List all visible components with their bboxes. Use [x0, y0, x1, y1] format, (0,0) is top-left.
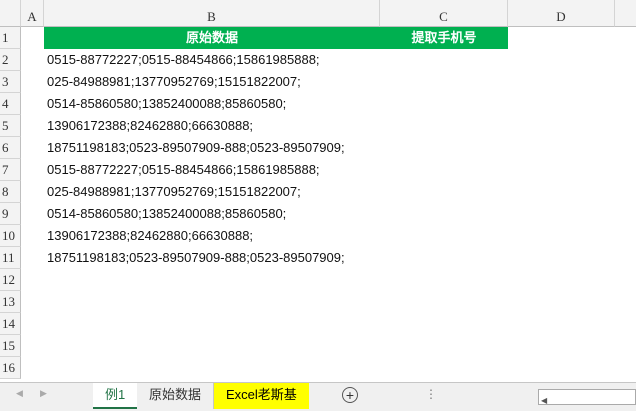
sheet-tab-excel[interactable]: Excel老斯基 [214, 383, 309, 409]
add-sheet-icon[interactable]: + [342, 387, 358, 403]
cell-b3[interactable]: 025-84988981;13770952769;15151822007; [44, 71, 301, 93]
select-all-corner[interactable] [0, 0, 21, 27]
row-header-13[interactable]: 13 [0, 291, 21, 313]
scroll-left-arrow-icon[interactable]: ◀ [539, 396, 547, 405]
cell-b2[interactable]: 0515-88772227;0515-88454866;15861985888; [44, 49, 320, 71]
row-header-11[interactable]: 11 [0, 247, 21, 269]
row-header-9[interactable]: 9 [0, 203, 21, 225]
cell-b8[interactable]: 025-84988981;13770952769;15151822007; [44, 181, 301, 203]
more-options-icon[interactable]: ⋮ [425, 387, 437, 401]
horizontal-scrollbar[interactable]: ◀ [538, 389, 636, 405]
cell-b1[interactable]: 原始数据 [44, 27, 380, 49]
row-header-16[interactable]: 16 [0, 357, 21, 379]
row-header-6[interactable]: 6 [0, 137, 21, 159]
column-header-d[interactable]: D [508, 0, 615, 27]
column-header-b[interactable]: B [44, 0, 380, 27]
row-header-8[interactable]: 8 [0, 181, 21, 203]
sheet-tab-example1[interactable]: 例1 [93, 383, 138, 409]
cell-b11[interactable]: 18751198183;0523-89507909-888;0523-89507… [44, 247, 345, 269]
cell-b9[interactable]: 0514-85860580;13852400088;85860580; [44, 203, 286, 225]
scroll-right-icon[interactable]: ▶ [40, 388, 47, 399]
cell-b10[interactable]: 13906172388;82462880;66630888; [44, 225, 253, 247]
column-header-a[interactable]: A [21, 0, 44, 27]
row-header-3[interactable]: 3 [0, 71, 21, 93]
row-header-10[interactable]: 10 [0, 225, 21, 247]
row-header-1[interactable]: 1 [0, 27, 21, 49]
column-header-e[interactable] [615, 0, 636, 27]
cell-b5[interactable]: 13906172388;82462880;66630888; [44, 115, 253, 137]
row-header-5[interactable]: 5 [0, 115, 21, 137]
cell-b4[interactable]: 0514-85860580;13852400088;85860580; [44, 93, 286, 115]
column-header-c[interactable]: C [380, 0, 508, 27]
scroll-left-icon[interactable]: ◀ [16, 388, 23, 399]
row-header-7[interactable]: 7 [0, 159, 21, 181]
row-header-4[interactable]: 4 [0, 93, 21, 115]
row-header-2[interactable]: 2 [0, 49, 21, 71]
cell-b7[interactable]: 0515-88772227;0515-88454866;15861985888; [44, 159, 320, 181]
row-header-14[interactable]: 14 [0, 313, 21, 335]
sheet-tab-bar: ◀ ▶ 例1 原始数据 Excel老斯基 + ⋮ ◀ [0, 382, 636, 411]
cell-b6[interactable]: 18751198183;0523-89507909-888;0523-89507… [44, 137, 345, 159]
cell-c1[interactable]: 提取手机号 [380, 27, 508, 49]
row-header-15[interactable]: 15 [0, 335, 21, 357]
row-header-12[interactable]: 12 [0, 269, 21, 291]
sheet-tab-raw-data[interactable]: 原始数据 [137, 383, 215, 409]
